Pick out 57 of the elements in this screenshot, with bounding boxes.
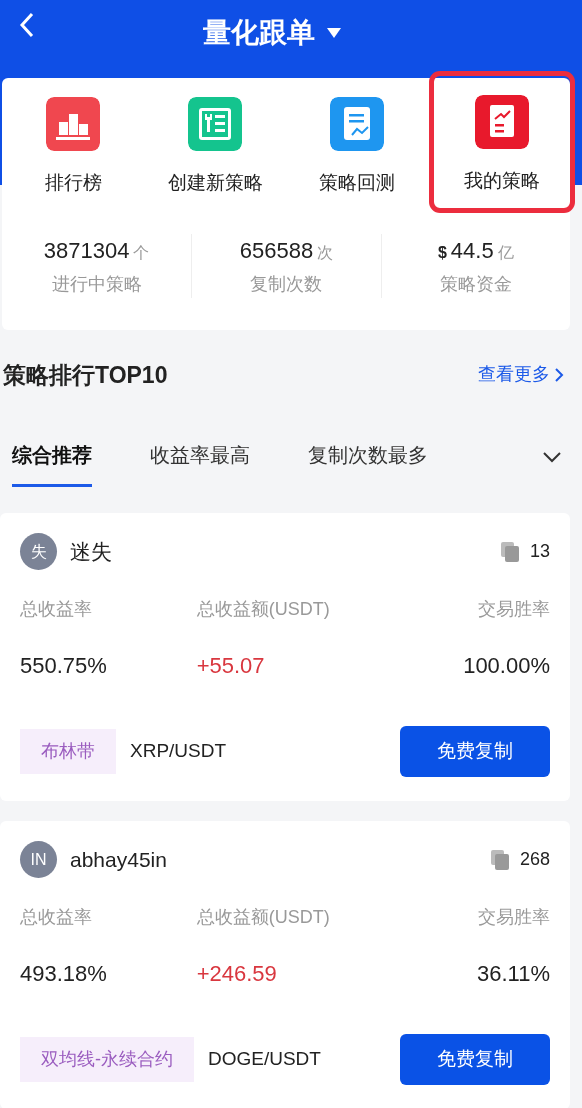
dropdown-caret-icon[interactable]: [327, 28, 341, 38]
metric-label: 总收益率: [20, 598, 93, 621]
metric-label: 总收益额(USDT): [196, 598, 331, 621]
shortcut-label: 创建新策略: [167, 171, 263, 195]
filter-tab[interactable]: 收益率最高: [150, 440, 250, 487]
shortcut-tile[interactable]: 排行榜: [2, 78, 144, 208]
document-chart-icon: [330, 97, 384, 151]
shortcut-label: 策略回测: [319, 171, 395, 195]
stat-value: 3871304: [43, 236, 130, 265]
currency-sign: $: [437, 242, 447, 263]
metric-label: 总收益额(USDT): [196, 906, 331, 929]
shortcut-tile[interactable]: 策略回测: [286, 78, 428, 208]
shortcut-tile[interactable]: 我的策略: [434, 76, 570, 208]
stat-label: 进行中策略: [51, 272, 142, 296]
avatar: 失: [20, 533, 57, 570]
filter-tab[interactable]: 综合推荐: [12, 440, 92, 487]
chevron-right-icon: [554, 366, 564, 383]
podium-icon: [46, 97, 100, 151]
strategy-tag: 双均线-永续合约: [20, 1037, 194, 1082]
metric-value: 493.18%: [20, 960, 108, 988]
free-copy-button[interactable]: 免费复制: [400, 726, 550, 777]
chevron-down-icon[interactable]: [542, 450, 562, 463]
stat-unit: 亿: [497, 242, 514, 263]
metric-value: +246.59: [196, 960, 278, 988]
document-trend-icon: [475, 95, 529, 149]
shortcut-label: 我的策略: [464, 169, 540, 193]
page-title: 量化跟单: [203, 16, 315, 50]
shortcut-tile[interactable]: 创建新策略: [144, 78, 286, 208]
trading-pair: DOGE/USDT: [208, 1047, 321, 1072]
avatar: IN: [20, 841, 57, 878]
metric-value: 36.11%: [476, 960, 550, 988]
stat-label: 策略资金: [439, 272, 512, 296]
copy-count: 268: [519, 848, 550, 871]
trading-pair: XRP/USDT: [130, 739, 227, 764]
see-more-link[interactable]: 查看更多: [478, 361, 564, 389]
stat-value: 656588: [239, 236, 314, 265]
copy-count: 13: [529, 540, 550, 563]
stat-unit: 个: [133, 242, 150, 263]
shortcut-label: 排行榜: [44, 171, 102, 195]
stat-value: 44.5: [450, 236, 494, 265]
trader-name: 迷失: [70, 538, 112, 565]
stat-label: 复制次数: [250, 272, 323, 296]
trader-name: abhay45in: [70, 846, 167, 873]
metric-label: 交易胜率: [477, 906, 550, 929]
wrench-list-icon: [188, 97, 242, 151]
strategy-tag: 布林带: [20, 729, 116, 774]
copy-icon: [489, 848, 510, 871]
metric-value: +55.07: [196, 652, 266, 680]
free-copy-button[interactable]: 免费复制: [400, 1034, 550, 1085]
metric-label: 交易胜率: [477, 598, 550, 621]
copy-icon: [499, 540, 520, 563]
metric-value: 100.00%: [462, 652, 550, 680]
stat-unit: 次: [317, 242, 334, 263]
metric-label: 总收益率: [20, 906, 93, 929]
metric-value: 550.75%: [20, 652, 108, 680]
filter-tab[interactable]: 复制次数最多: [308, 440, 428, 487]
section-title: 策略排行TOP10: [3, 360, 168, 390]
